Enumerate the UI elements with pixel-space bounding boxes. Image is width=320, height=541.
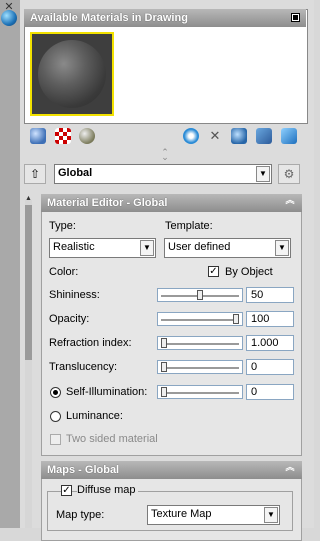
- materials-globe-icon: [1, 10, 17, 26]
- by-object-checkbox[interactable]: ✓: [208, 266, 219, 277]
- material-options-button[interactable]: ⚙: [278, 164, 300, 184]
- upload-material-button[interactable]: ⇧: [24, 164, 46, 184]
- palette-icon[interactable]: [256, 128, 272, 144]
- material-sphere-preview: [38, 40, 106, 108]
- refraction-slider[interactable]: [157, 336, 243, 350]
- map-type-select[interactable]: Texture Map ▼: [147, 505, 280, 525]
- diffuse-map-checkbox[interactable]: ✓: [61, 485, 72, 496]
- template-label: Template:: [165, 220, 213, 232]
- opacity-label: Opacity:: [49, 313, 90, 325]
- maximize-icon[interactable]: [291, 13, 300, 22]
- slider-track: [161, 367, 239, 369]
- color-label: Color:: [49, 266, 79, 278]
- sphere-blue-icon[interactable]: [30, 128, 46, 144]
- template-select[interactable]: User defined ▼: [164, 238, 291, 258]
- refraction-label: Refraction index:: [49, 337, 132, 349]
- tools-icon[interactable]: ✕: [207, 128, 223, 144]
- shininess-label: Shininess:: [49, 289, 100, 301]
- shininess-slider[interactable]: [157, 288, 243, 302]
- slider-thumb[interactable]: [233, 314, 239, 324]
- type-select-value: Realistic: [53, 241, 95, 253]
- type-select[interactable]: Realistic ▼: [49, 238, 156, 258]
- available-materials-title: Available Materials in Drawing: [30, 12, 188, 24]
- map-type-label: Map type:: [56, 509, 105, 521]
- self-illumination-value[interactable]: 0: [246, 384, 294, 400]
- self-illumination-label: Self-Illumination:: [66, 386, 148, 398]
- chevron-down-icon: ▼: [256, 166, 270, 182]
- translucency-value[interactable]: 0: [246, 359, 294, 375]
- collapse-icon[interactable]: ︽: [284, 463, 296, 476]
- translucency-label: Translucency:: [49, 361, 118, 373]
- luminance-radio[interactable]: [50, 411, 61, 422]
- two-sided-label: Two sided material: [66, 433, 158, 445]
- link-icon: ⚙: [283, 167, 295, 181]
- star-blue-icon[interactable]: [183, 128, 199, 144]
- opacity-slider[interactable]: [157, 312, 243, 326]
- type-label: Type:: [49, 220, 76, 232]
- maps-title: Maps - Global: [47, 464, 120, 476]
- panel-scrollbar-thumb[interactable]: [25, 205, 32, 360]
- material-select-value: Global: [58, 167, 93, 179]
- material-select[interactable]: Global ▼: [54, 164, 272, 184]
- sphere-gray-icon[interactable]: [79, 128, 95, 144]
- collapse-icon[interactable]: ︽: [284, 196, 296, 209]
- arrow-up-icon: ⇧: [29, 167, 41, 181]
- diffuse-map-label: Diffuse map: [77, 484, 138, 496]
- chevron-down-icon: ▼: [275, 240, 289, 256]
- materials-library-icon[interactable]: [231, 128, 247, 144]
- slider-thumb[interactable]: [161, 338, 167, 348]
- slider-track: [161, 343, 239, 345]
- material-swatch-global[interactable]: [30, 32, 114, 116]
- slider-thumb[interactable]: [161, 387, 167, 397]
- export-icon[interactable]: [281, 128, 297, 144]
- self-illumination-slider[interactable]: [157, 385, 243, 399]
- by-object-label: By Object: [225, 266, 273, 278]
- self-illumination-radio[interactable]: [50, 387, 61, 398]
- template-select-value: User defined: [168, 241, 231, 253]
- chevron-down-icon: ▼: [264, 507, 278, 523]
- translucency-slider[interactable]: [157, 360, 243, 374]
- slider-track: [161, 392, 239, 394]
- refraction-value[interactable]: 1.000: [246, 335, 294, 351]
- checker-icon[interactable]: [55, 128, 71, 144]
- map-type-select-value: Texture Map: [151, 508, 212, 520]
- available-materials-header[interactable]: Available Materials in Drawing: [24, 9, 306, 27]
- shininess-value[interactable]: 50: [246, 287, 294, 303]
- slider-thumb[interactable]: [161, 362, 167, 372]
- splitter-grip[interactable]: ⌃ ⌄: [160, 148, 170, 162]
- palette-title-strip: [0, 0, 20, 528]
- slider-thumb[interactable]: [197, 290, 203, 300]
- opacity-value[interactable]: 100: [246, 311, 294, 327]
- luminance-label: Luminance:: [66, 410, 123, 422]
- material-editor-title: Material Editor - Global: [47, 197, 168, 209]
- chevron-down-icon: ▼: [140, 240, 154, 256]
- slider-track: [161, 319, 239, 321]
- material-editor-header[interactable]: Material Editor - Global ︽: [41, 194, 302, 212]
- maps-header[interactable]: Maps - Global ︽: [41, 461, 302, 479]
- two-sided-checkbox[interactable]: [50, 434, 61, 445]
